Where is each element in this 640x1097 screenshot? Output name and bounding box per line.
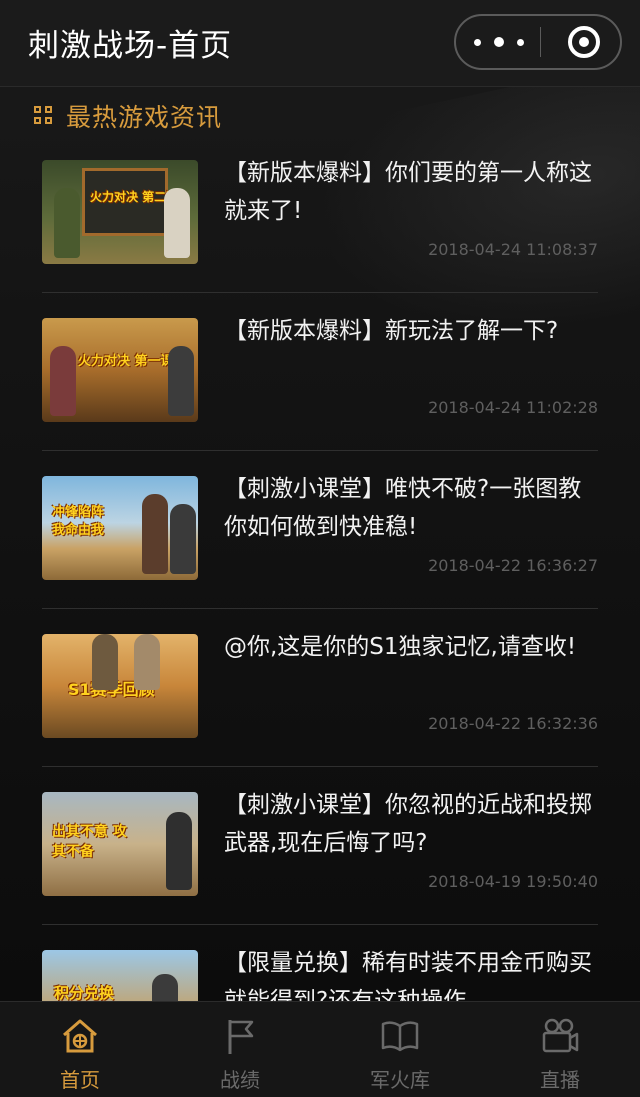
news-item[interactable]: S1赛季回顾 @你,这是你的S1独家记忆,请查收! 2018-04-22 16:… (0, 624, 640, 782)
tab-live[interactable]: 直播 (480, 1002, 640, 1097)
tab-label: 直播 (540, 1068, 580, 1092)
grid-icon (34, 106, 54, 126)
list-divider (42, 608, 598, 609)
news-item[interactable]: 火力对决 第一课 【新版本爆料】新玩法了解一下? 2018-04-24 11:0… (0, 308, 640, 466)
close-miniprogram-icon[interactable] (568, 26, 600, 58)
news-thumbnail[interactable]: 冲锋陷阵 我命由我 (42, 476, 198, 580)
news-date: 2018-04-24 11:08:37 (428, 240, 598, 259)
tab-label: 战绩 (220, 1068, 260, 1092)
news-item[interactable]: 冲锋陷阵 我命由我 【刺激小课堂】唯快不破?一张图教你如何做到快准稳! 2018… (0, 466, 640, 624)
news-headline[interactable]: 【新版本爆料】你们要的第一人称这就来了! (224, 154, 604, 230)
page-title: 刺激战场-首页 (28, 28, 233, 64)
thumbnail-caption: 出其不意 攻其不备 (52, 824, 127, 860)
list-divider (42, 766, 598, 767)
list-divider (42, 924, 598, 925)
news-date: 2018-04-24 11:02:28 (428, 398, 598, 417)
flag-icon (228, 1020, 254, 1054)
news-item[interactable]: 出其不意 攻其不备 【刺激小课堂】你忽视的近战和投掷武器,现在后悔了吗? 201… (0, 782, 640, 940)
news-thumbnail[interactable]: 火力对决 第一课 (42, 318, 198, 422)
tab-arsenal[interactable]: 军火库 (320, 1002, 480, 1097)
miniprogram-capsule (454, 14, 622, 70)
tab-home[interactable]: 首页 (0, 1002, 160, 1097)
tab-record[interactable]: 战绩 (160, 1002, 320, 1097)
section-header: 最热游戏资讯 (34, 98, 222, 134)
bottom-tab-bar: 首页 战绩 军火库 直播 (0, 1001, 640, 1097)
news-headline[interactable]: 【刺激小课堂】你忽视的近战和投掷武器,现在后悔了吗? (224, 786, 604, 862)
list-divider (42, 292, 598, 293)
video-camera-icon (542, 1018, 579, 1053)
news-thumbnail[interactable]: S1赛季回顾 (42, 634, 198, 738)
news-item[interactable]: 火力对决 第二课 【新版本爆料】你们要的第一人称这就来了! 2018-04-24… (0, 150, 640, 308)
news-headline[interactable]: 【刺激小课堂】唯快不破?一张图教你如何做到快准稳! (224, 470, 604, 546)
more-options-icon[interactable] (474, 32, 524, 52)
thumbnail-caption: 冲锋陷阵 我命由我 (52, 505, 105, 538)
book-icon (381, 1021, 419, 1052)
list-divider (42, 450, 598, 451)
news-date: 2018-04-22 16:32:36 (428, 714, 598, 733)
news-date: 2018-04-19 19:50:40 (428, 872, 598, 891)
tab-label: 首页 (60, 1068, 100, 1092)
app-root: 刺激战场-首页 最热游戏资讯 火力对决 第二课 【新版本爆料】你们要的第一人称这… (0, 0, 640, 1097)
thumbnail-caption: 火力对决 第一课 (78, 354, 174, 369)
news-headline[interactable]: 【新版本爆料】新玩法了解一下? (224, 312, 604, 350)
news-thumbnail[interactable]: 出其不意 攻其不备 (42, 792, 198, 896)
news-thumbnail[interactable]: 火力对决 第二课 (42, 160, 198, 264)
tab-label: 军火库 (370, 1068, 430, 1092)
section-title: 最热游戏资讯 (66, 103, 223, 132)
home-icon (63, 1019, 97, 1053)
capsule-divider (540, 27, 541, 57)
news-headline[interactable]: @你,这是你的S1独家记忆,请查收! (224, 628, 604, 666)
news-date: 2018-04-22 16:36:27 (428, 556, 598, 575)
nav-bar: 刺激战场-首页 (0, 0, 640, 87)
